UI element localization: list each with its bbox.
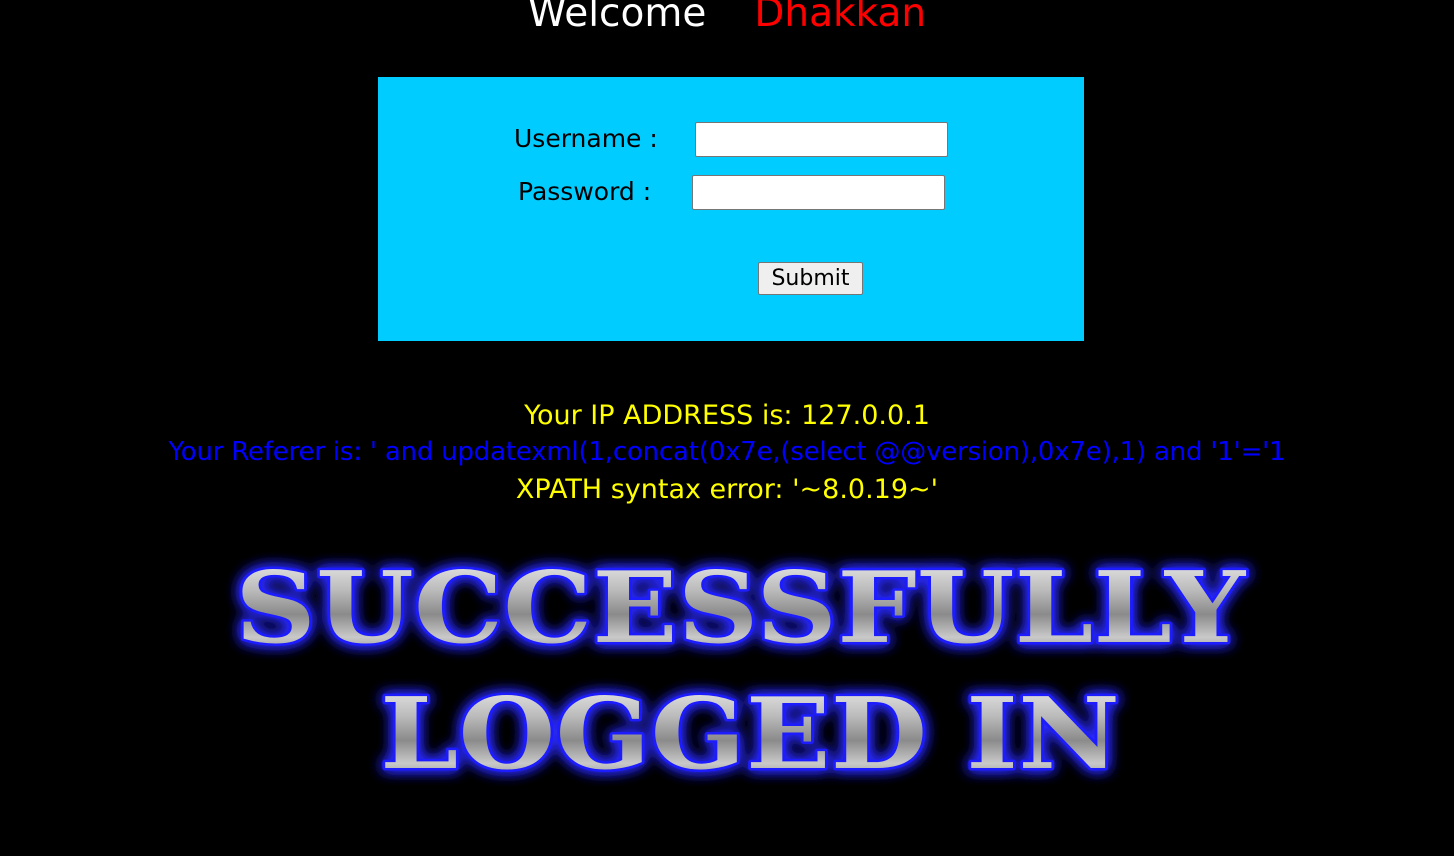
password-input[interactable]: [692, 175, 945, 210]
ip-address-text: Your IP ADDRESS is: 127.0.0.1: [524, 400, 930, 431]
welcome-username: Dhakkan: [754, 0, 927, 36]
login-form: Username : Password : Submit: [378, 77, 1084, 341]
success-banner-image: SUCCESSFULLY LOGGED IN: [233, 549, 1249, 791]
welcome-text: Welcome: [527, 0, 707, 36]
username-label: Username :: [514, 124, 658, 153]
username-input[interactable]: [695, 122, 948, 157]
banner-line-1: SUCCESSFULLY: [235, 551, 1246, 666]
banner-line-2: LOGGED IN: [380, 677, 1120, 790]
referer-text: Your Referer is: ' and updatexml(1,conca…: [168, 437, 1286, 467]
password-label: Password :: [518, 177, 652, 206]
xpath-error-text: XPATH syntax error: '~8.0.19~': [515, 474, 939, 505]
welcome-heading: Welcome Dhakkan: [0, 0, 1454, 44]
submit-button[interactable]: Submit: [758, 262, 863, 295]
